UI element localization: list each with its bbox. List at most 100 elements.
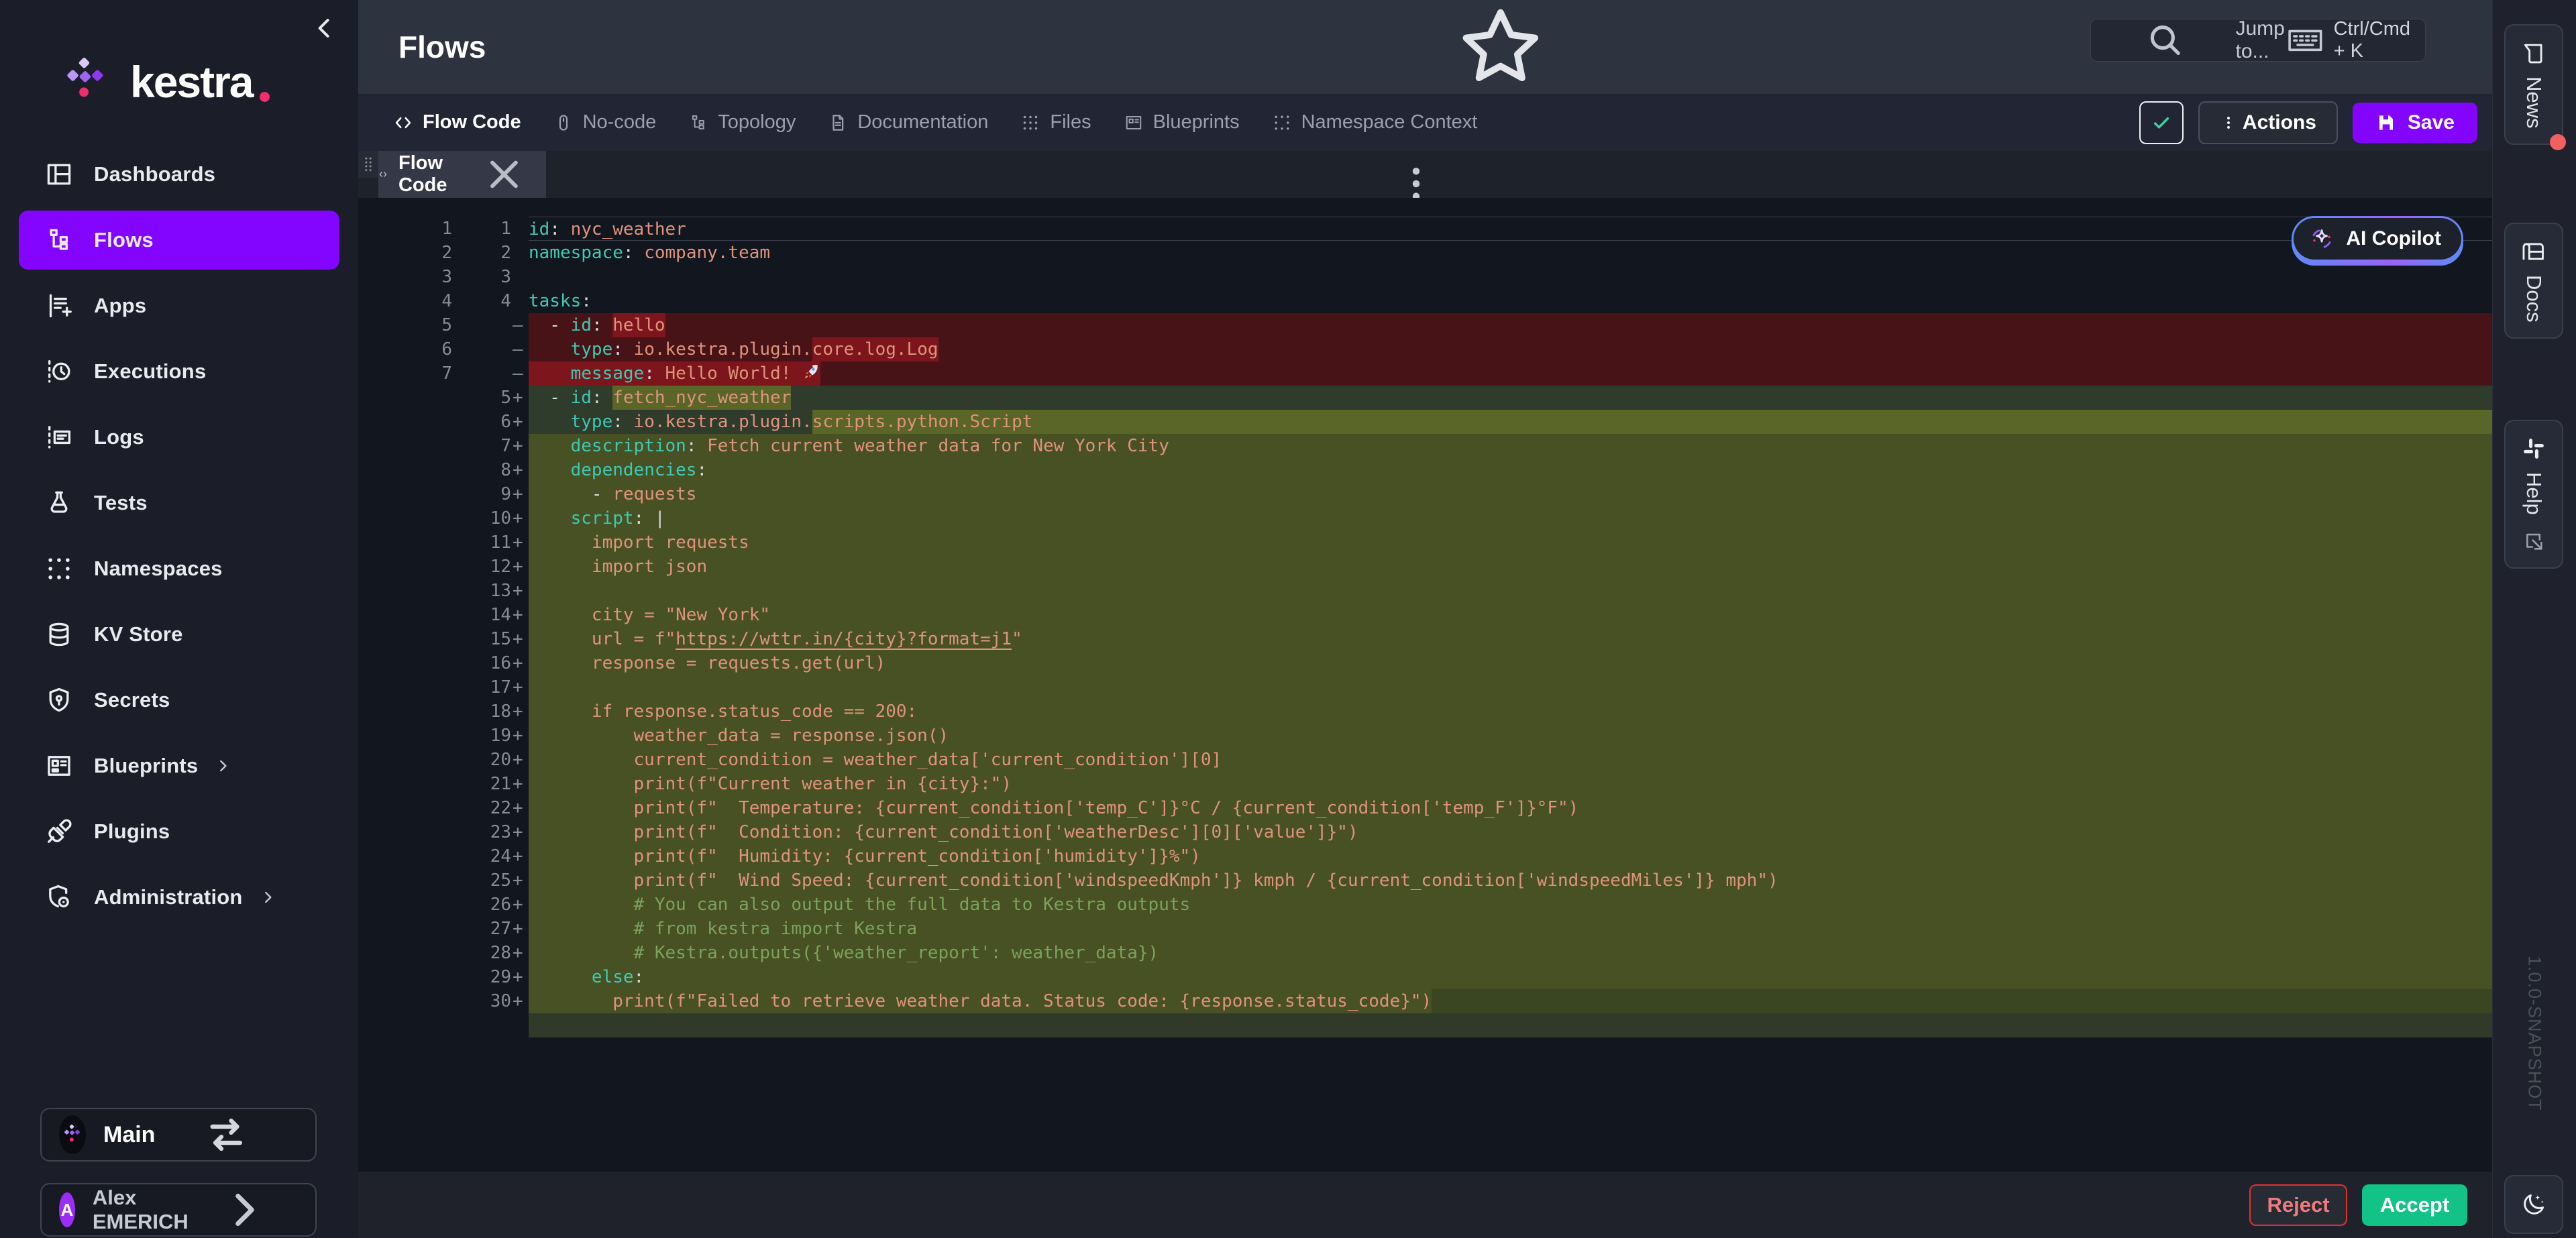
- code-line: 20 + current_condition = weather_data['c…: [358, 748, 2493, 772]
- gutter-new-line-number: 8: [452, 458, 511, 482]
- rail-tab-label: News: [2522, 76, 2546, 129]
- kebab-icon: [2220, 114, 2237, 131]
- sidebar-collapse-button[interactable]: [310, 13, 339, 43]
- tenant-switcher[interactable]: Main: [40, 1108, 317, 1162]
- gutter-new-line-number: 24: [452, 844, 511, 868]
- sidebar-item-executions[interactable]: Executions: [19, 342, 339, 401]
- gutter-old-line-number: 4: [358, 289, 452, 313]
- code-line-content: print(f" Wind Speed: {current_condition[…: [529, 868, 2493, 893]
- gutter-new-line-number: 26: [452, 893, 511, 917]
- sidebar-item-administration[interactable]: Administration: [19, 868, 339, 927]
- tab-label: Blueprints: [1153, 111, 1240, 133]
- gutter-new-line-number: 19: [452, 724, 511, 748]
- gutter-new-line-number: 21: [452, 772, 511, 796]
- code-line-content: if response.status_code == 200:: [529, 699, 2493, 724]
- accept-button[interactable]: Accept: [2362, 1184, 2467, 1226]
- logo-dot: [260, 92, 270, 102]
- code-line: 3 3: [358, 265, 2493, 289]
- chevron-left-icon: [310, 13, 339, 43]
- dashboards-icon: [44, 160, 74, 189]
- gutter-old-line-number: [358, 410, 452, 434]
- gutter-old-line-number: 6: [358, 337, 452, 361]
- gutter-new-line-number: [452, 1013, 511, 1037]
- user-menu[interactable]: A Alex EMERICH: [40, 1183, 317, 1237]
- tab-documentation[interactable]: Documentation: [828, 111, 988, 133]
- diff-marker: +: [511, 844, 529, 868]
- sidebar-item-secrets[interactable]: Secrets: [19, 671, 339, 730]
- gutter-new-line-number: 25: [452, 868, 511, 893]
- code-line-content: - requests: [529, 482, 2493, 506]
- jump-to-search[interactable]: Jump to... Ctrl/Cmd + K: [2090, 19, 2426, 62]
- code-line-content: import json: [529, 555, 2493, 579]
- diff-marker: +: [511, 506, 529, 530]
- kestra-mark-icon: [56, 52, 115, 111]
- gutter-old-line-number: [358, 820, 452, 844]
- sidebar-item-plugins[interactable]: Plugins: [19, 802, 339, 861]
- sidebar-item-namespaces[interactable]: Namespaces: [19, 539, 339, 598]
- rail-tab-docs[interactable]: Docs: [2504, 223, 2563, 339]
- sidebar-item-label: Plugins: [94, 820, 170, 844]
- save-icon: [2375, 112, 2397, 133]
- code-line-content: tasks:: [529, 289, 2493, 313]
- kestra-app: kestra Dashboards Flows Apps Executions …: [0, 0, 2576, 1238]
- rail-tab-label: Help: [2522, 472, 2546, 515]
- diff-footer: Reject Accept: [358, 1172, 2493, 1238]
- code-line: 6 – type: io.kestra.plugin.core.log.Log: [358, 337, 2493, 361]
- sidebar-item-kv-store[interactable]: KV Store: [19, 605, 339, 664]
- gutter-old-line-number: [358, 1013, 452, 1037]
- rail-tab-news[interactable]: News: [2504, 24, 2563, 145]
- tab-topology[interactable]: Topology: [688, 111, 796, 133]
- code-line-content: else:: [529, 965, 2493, 989]
- code-line: 4 4 tasks:: [358, 289, 2493, 313]
- sidebar-item-apps[interactable]: Apps: [19, 276, 339, 335]
- gutter-old-line-number: [358, 434, 452, 458]
- save-button[interactable]: Save: [2353, 103, 2477, 143]
- code-line-content: # You can also output the full data to K…: [529, 893, 2493, 917]
- tab-label: Documentation: [857, 111, 988, 133]
- sidebar-item-tests[interactable]: Tests: [19, 473, 339, 532]
- gutter-old-line-number: [358, 579, 452, 603]
- secrets-icon: [44, 685, 74, 715]
- diff-marker: +: [511, 603, 529, 627]
- diff-marker: +: [511, 965, 529, 989]
- code-editor[interactable]: 1 1 id: nyc_weather2 2 namespace: compan…: [358, 198, 2493, 1238]
- tab-files[interactable]: Files: [1020, 111, 1091, 133]
- diff-marker: –: [511, 361, 529, 386]
- kv-store-icon: [44, 620, 74, 649]
- code-line: 10 + script: |: [358, 506, 2493, 530]
- validation-check-button[interactable]: [2139, 101, 2184, 144]
- gutter-old-line-number: 3: [358, 265, 452, 289]
- code-line-content: # from kestra import Kestra: [529, 917, 2493, 941]
- gutter-old-line-number: [358, 724, 452, 748]
- sidebar-item-label: Executions: [94, 359, 206, 384]
- gutter-new-line-number: 6: [452, 410, 511, 434]
- tab-flow-code[interactable]: Flow Code: [393, 111, 521, 133]
- gutter-new-line-number: 20: [452, 748, 511, 772]
- diff-marker: +: [511, 458, 529, 482]
- actions-button[interactable]: Actions: [2198, 101, 2338, 144]
- ai-copilot-button[interactable]: AI Copilot: [2292, 216, 2463, 266]
- sidebar-item-logs[interactable]: Logs: [19, 408, 339, 467]
- code-line-content: print(f" Humidity: {current_condition['h…: [529, 844, 2493, 868]
- tab-namespace-context[interactable]: Namespace Context: [1272, 111, 1478, 133]
- sidebar-item-dashboards[interactable]: Dashboards: [19, 145, 339, 204]
- diff-marker: +: [511, 627, 529, 651]
- theme-toggle-button[interactable]: [2504, 1175, 2563, 1234]
- code-line: 23 + print(f" Condition: {current_condit…: [358, 820, 2493, 844]
- tab-no-code[interactable]: No-code: [553, 111, 657, 133]
- chevron-right-icon: [214, 757, 231, 775]
- sidebar-item-label: Namespaces: [94, 557, 223, 581]
- sidebar-item-flows[interactable]: Flows: [19, 211, 339, 270]
- sidebar-item-label: Flows: [94, 228, 154, 252]
- gutter-old-line-number: [358, 651, 452, 675]
- rail-tab-help[interactable]: Help: [2504, 420, 2563, 569]
- sidebar-item-blueprints[interactable]: Blueprints: [19, 736, 339, 795]
- gutter-old-line-number: [358, 675, 452, 699]
- tab-blueprints[interactable]: Blueprints: [1124, 111, 1240, 133]
- code-line-content: - id: fetch_nyc_weather: [529, 386, 2493, 410]
- reject-button[interactable]: Reject: [2249, 1184, 2347, 1226]
- kestra-logo[interactable]: kestra: [56, 52, 270, 111]
- gutter-new-line-number: 7: [452, 434, 511, 458]
- check-icon: [2151, 112, 2172, 133]
- gutter-old-line-number: 5: [358, 313, 452, 337]
